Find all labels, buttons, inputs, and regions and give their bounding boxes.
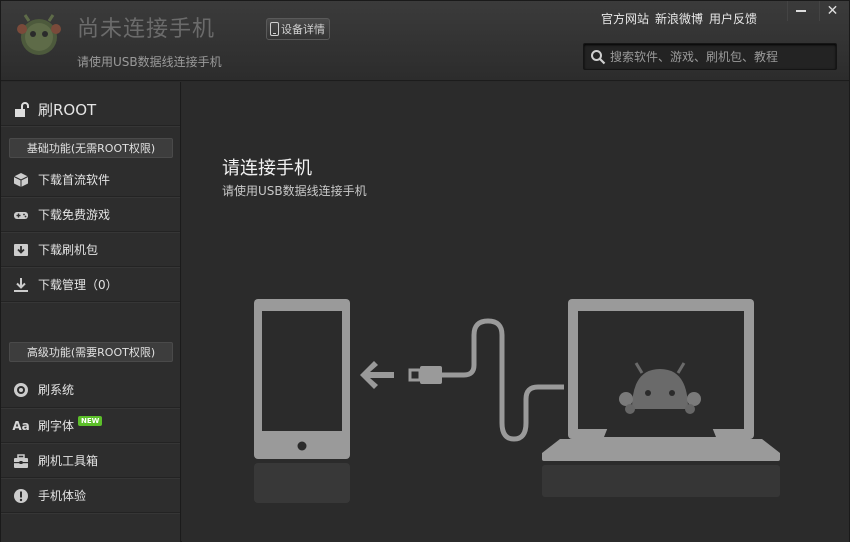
- sidebar-item-games[interactable]: 下载免费游戏: [1, 198, 180, 232]
- app-window: 尚未连接手机 请使用USB数据线连接手机 设备详情 官方网站 新浪微博 用户反馈…: [0, 0, 850, 542]
- new-badge: NEW: [78, 415, 103, 426]
- download-icon: [13, 277, 29, 293]
- sidebar-item-label: 下载首流软件: [38, 173, 111, 187]
- sidebar-item-apps[interactable]: 下载首流软件: [1, 163, 180, 197]
- search-icon: [591, 50, 606, 65]
- sidebar-item-label: 下载管理（0）: [38, 278, 118, 292]
- search-input[interactable]: [610, 47, 830, 67]
- sidebar-item-fonts[interactable]: Aa 刷字体 NEW: [1, 409, 180, 443]
- main-panel: 请连接手机 请使用USB数据线连接手机: [182, 82, 849, 542]
- usb-cable-icon: [408, 318, 564, 442]
- sidebar-item-label: 刷字体: [38, 419, 75, 433]
- close-button[interactable]: ✕: [819, 1, 845, 21]
- sidebar: 刷ROOT 基础功能(无需ROOT权限) 下载首流软件 下载免费游戏 下载刷机包: [1, 82, 181, 542]
- sidebar-item-root[interactable]: 刷ROOT: [1, 94, 180, 126]
- link-feedback[interactable]: 用户反馈: [709, 10, 757, 27]
- unlock-icon: [13, 101, 29, 118]
- laptop-illustration-icon: [542, 299, 780, 497]
- box-icon: [13, 172, 29, 188]
- phone-icon: [270, 22, 279, 36]
- search-box[interactable]: [583, 43, 837, 70]
- sidebar-item-label: 下载刷机包: [38, 243, 99, 257]
- connect-phone-illustration: [254, 299, 780, 503]
- gamepad-icon: [13, 207, 29, 223]
- device-details-button[interactable]: 设备详情: [266, 18, 330, 40]
- sidebar-item-flash-system[interactable]: 刷系统: [1, 372, 180, 408]
- sidebar-item-label: 手机体验: [38, 489, 87, 503]
- font-icon: Aa: [12, 418, 30, 433]
- arrow-left-icon: [360, 361, 394, 389]
- app-subtitle: 请使用USB数据线连接手机: [77, 55, 222, 69]
- sidebar-item-phone-experience[interactable]: 手机体验: [1, 479, 180, 513]
- minimize-button[interactable]: [787, 1, 813, 21]
- sidebar-item-label: 刷系统: [38, 383, 75, 397]
- connect-subtitle: 请使用USB数据线连接手机: [222, 184, 367, 198]
- disc-icon: [13, 382, 29, 398]
- phone-illustration-icon: [254, 299, 350, 503]
- sidebar-item-downloads[interactable]: 下载管理（0）: [1, 268, 180, 302]
- top-links: 官方网站 新浪微博 用户反馈: [601, 10, 757, 27]
- toolbox-icon: [13, 453, 29, 469]
- sidebar-item-label: 刷ROOT: [38, 101, 97, 119]
- section-advanced: 高级功能(需要ROOT权限): [9, 342, 173, 362]
- sidebar-item-roms[interactable]: 下载刷机包: [1, 233, 180, 267]
- sidebar-item-label: 下载免费游戏: [38, 208, 111, 222]
- sidebar-item-label: 刷机工具箱: [38, 454, 99, 468]
- sidebar-item-toolbox[interactable]: 刷机工具箱: [1, 444, 180, 478]
- experience-icon: [13, 488, 29, 504]
- link-official-site[interactable]: 官方网站: [601, 10, 649, 27]
- android-logo-icon: [17, 14, 61, 55]
- header-bar: 尚未连接手机 请使用USB数据线连接手机 设备详情 官方网站 新浪微博 用户反馈…: [1, 1, 849, 81]
- app-title: 尚未连接手机: [77, 17, 216, 42]
- section-basic: 基础功能(无需ROOT权限): [9, 138, 173, 158]
- link-weibo[interactable]: 新浪微博: [655, 10, 703, 27]
- connect-title: 请连接手机: [222, 158, 312, 179]
- device-details-label: 设备详情: [281, 23, 325, 36]
- download-box-icon: [13, 242, 29, 258]
